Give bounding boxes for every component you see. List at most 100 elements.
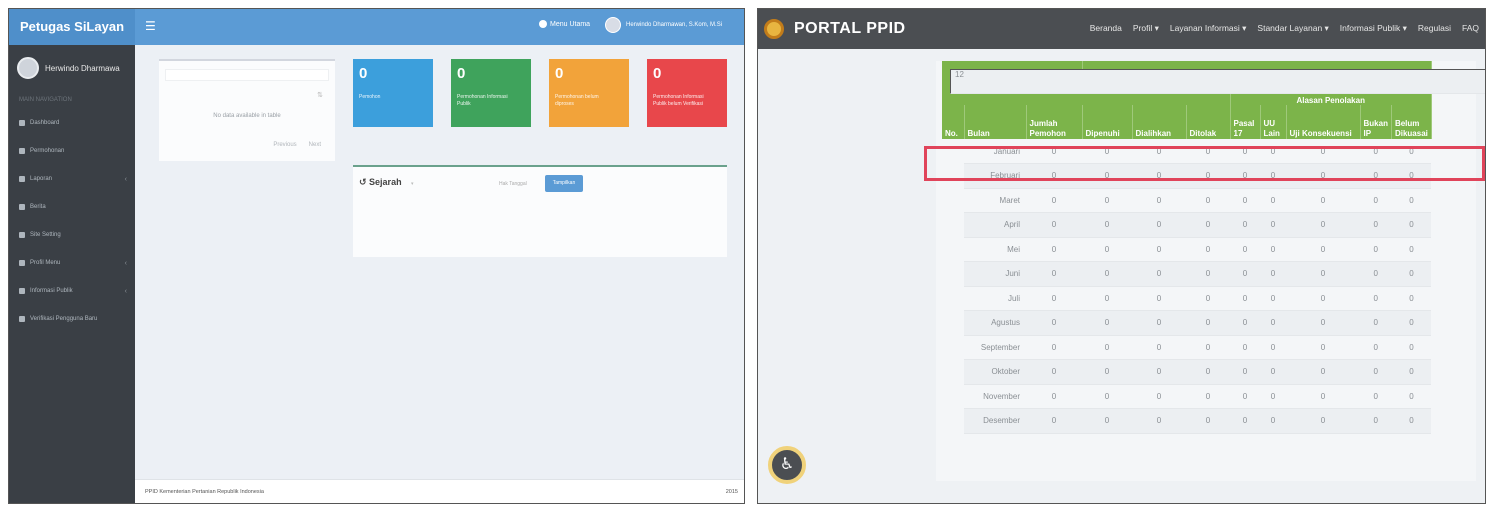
value-cell: 0 (1260, 408, 1286, 434)
value-cell: 0 (1391, 163, 1432, 189)
value-cell: 0 (1360, 286, 1392, 311)
sort-icon[interactable]: ⇅ (317, 91, 323, 99)
portal-ppid-screenshot: PORTAL PPID Beranda Profil ▾ Layanan Inf… (757, 8, 1486, 504)
stat-label: Permohonan belum diproses (555, 94, 599, 107)
value-cell: 0 (1082, 286, 1132, 311)
sidebar-item-label: Laporan (30, 176, 53, 182)
nav-informasi-publik[interactable]: Informasi Publik ▾ (1340, 23, 1407, 34)
menu-utama-link[interactable]: Menu Utama (539, 20, 590, 28)
sejarah-title: ↺ Sejarah (359, 177, 402, 188)
column-header: UU Lain (1260, 105, 1287, 139)
stat-tile-pemohon[interactable]: 0 Pemohon (353, 59, 433, 127)
value-cell: 0 (1082, 261, 1132, 287)
value-cell: 0 (1391, 286, 1432, 311)
nav-beranda[interactable]: Beranda (1090, 23, 1122, 34)
table-search-input[interactable] (165, 69, 329, 81)
table-row: 5Mei000000000 (942, 69, 1485, 262)
sidebar-item-dashboard[interactable]: Dashboard (9, 109, 135, 137)
sidebar-item-profil-menu[interactable]: Profil Menu ‹ (9, 249, 135, 277)
value-cell: 0 (1286, 212, 1360, 238)
column-header: Ditolak (1186, 105, 1231, 139)
month-cell: Juni (964, 261, 1026, 287)
tampilkan-button[interactable]: Tampilkan (545, 175, 583, 192)
value-cell: 0 (1132, 188, 1186, 213)
hamburger-icon[interactable]: ☰ (145, 19, 156, 33)
table-row: 6Juni000000000 (942, 69, 1485, 287)
value-cell: 0 (1186, 237, 1230, 262)
value-cell: 0 (1186, 384, 1230, 409)
value-cell: 0 (1132, 310, 1186, 336)
layanan-ip-table: Proses Layanan IP (Informasi Publik) Ala… (942, 61, 1485, 434)
value-cell: 0 (1186, 310, 1230, 336)
sidebar-item-berita[interactable]: Berita (9, 193, 135, 221)
stat-tile-belum-verifikasi[interactable]: 0 Permohonan Informasi Publik belum Veri… (647, 59, 727, 127)
sidebar-item-permohonan[interactable]: Permohonan (9, 137, 135, 165)
table-row: 2Februari000000000 (942, 69, 1485, 189)
value-cell: 0 (1360, 188, 1392, 213)
sidebar-item-laporan[interactable]: Laporan ‹ (9, 165, 135, 193)
value-cell: 0 (1132, 261, 1186, 287)
value-cell: 0 (1026, 335, 1082, 360)
column-header-row: No. Bulan Jumlah Pemohon Dipenuhi Dialihkan D… (942, 105, 1432, 139)
sidebar-item-verifikasi[interactable]: Verifikasi Pengguna Baru (9, 305, 135, 333)
user-menu[interactable]: Herwindo Dharmawan, S.Kom, M.Si (605, 17, 722, 33)
admin-footer: PPID Kementerian Pertanian Republik Indo… (135, 479, 744, 503)
value-cell: 0 (1260, 310, 1286, 336)
sejarah-title-text: Sejarah (369, 177, 402, 187)
value-cell: 0 (1230, 188, 1260, 213)
accessibility-icon[interactable]: ♿ (768, 446, 806, 484)
news-icon (19, 204, 25, 210)
value-cell: 0 (1026, 359, 1082, 385)
value-cell: 0 (1391, 261, 1432, 287)
sidebar-item-label: Permohonan (30, 148, 65, 154)
value-cell: 0 (1132, 139, 1186, 164)
home-icon (539, 20, 547, 28)
value-cell: 0 (1360, 212, 1392, 238)
sidebar-item-informasi-publik[interactable]: Informasi Publik ‹ (9, 277, 135, 305)
value-cell: 0 (1026, 408, 1082, 434)
value-cell: 0 (1286, 359, 1360, 385)
nav-heading: MAIN NAVIGATION (19, 97, 72, 103)
value-cell: 0 (1230, 237, 1260, 262)
admin-brand[interactable]: Petugas SiLayan (9, 9, 135, 45)
chevron-down-icon[interactable]: ▾ (411, 181, 414, 187)
next-button[interactable]: Next (309, 142, 321, 148)
value-cell: 0 (1082, 408, 1132, 434)
row-number: 12 (950, 69, 1485, 94)
value-cell: 0 (1186, 335, 1230, 360)
nav-layanan-informasi[interactable]: Layanan Informasi ▾ (1170, 23, 1247, 34)
value-cell: 0 (1286, 384, 1360, 409)
value-cell: 0 (1260, 237, 1286, 262)
document-icon (19, 148, 25, 154)
value-cell: 0 (1082, 384, 1132, 409)
ppid-logo-icon[interactable] (764, 19, 784, 39)
previous-button[interactable]: Previous (273, 142, 296, 148)
value-cell: 0 (1230, 384, 1260, 409)
stat-value: 0 (359, 65, 368, 82)
value-cell: 0 (1026, 237, 1082, 262)
month-cell: Desember (964, 408, 1026, 434)
value-cell: 0 (1082, 237, 1132, 262)
nav-profil[interactable]: Profil ▾ (1133, 23, 1159, 34)
stat-tile-permohonan[interactable]: 0 Permohonan Informasi Publik (451, 59, 531, 127)
value-cell: 0 (1186, 163, 1230, 189)
value-cell: 0 (1230, 408, 1260, 434)
nav-regulasi[interactable]: Regulasi (1418, 23, 1451, 34)
value-cell: 0 (1286, 163, 1360, 189)
admin-sidebar: Herwindo Dharmawa MAIN NAVIGATION Dashbo… (9, 45, 135, 503)
date-field[interactable]: Hak Tanggal (499, 181, 527, 187)
value-cell: 0 (1360, 139, 1392, 164)
table-row: 8Agustus000000000 (942, 69, 1485, 336)
sidebar-item-site-setting[interactable]: Site Setting (9, 221, 135, 249)
portal-brand[interactable]: PORTAL PPID (794, 20, 906, 38)
value-cell: 0 (1286, 335, 1360, 360)
portal-nav: Beranda Profil ▾ Layanan Informasi ▾ Sta… (1090, 23, 1479, 34)
value-cell: 0 (1082, 188, 1132, 213)
nav-standar-layanan[interactable]: Standar Layanan ▾ (1257, 23, 1328, 34)
value-cell: 0 (1360, 237, 1392, 262)
value-cell: 0 (1391, 384, 1432, 409)
user-icon (19, 232, 25, 238)
stat-tile-belum-diproses[interactable]: 0 Permohonan belum diproses (549, 59, 629, 127)
nav-faq[interactable]: FAQ (1462, 23, 1479, 34)
value-cell: 0 (1286, 139, 1360, 164)
